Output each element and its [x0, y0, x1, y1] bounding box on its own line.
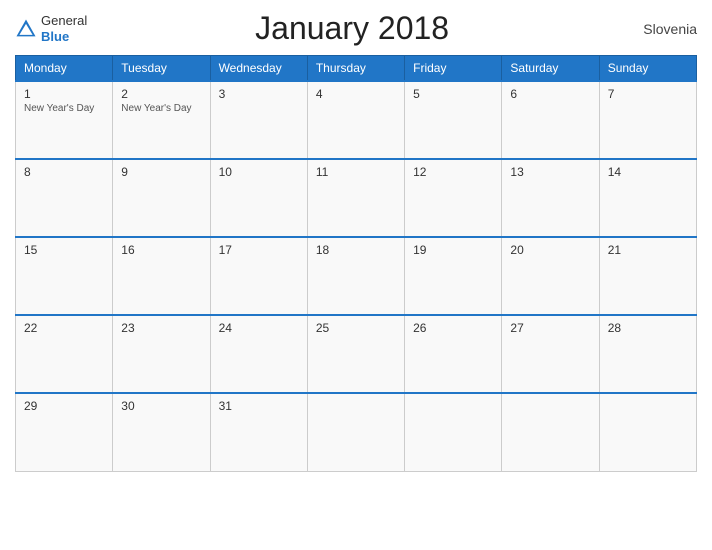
day-number: 29 — [24, 399, 104, 413]
calendar-cell: 27 — [502, 315, 599, 393]
calendar-cell: 8 — [16, 159, 113, 237]
day-number: 10 — [219, 165, 299, 179]
calendar-cell — [502, 393, 599, 471]
calendar-week-row: 1 New Year's Day 2 New Year's Day 3 4 5 6 7 — [16, 81, 697, 159]
calendar-cell — [599, 393, 696, 471]
calendar-cell: 26 — [405, 315, 502, 393]
calendar-week-row: 29 30 31 — [16, 393, 697, 471]
calendar-cell: 18 — [307, 237, 404, 315]
calendar-cell: 3 — [210, 81, 307, 159]
calendar-cell: 29 — [16, 393, 113, 471]
day-number: 30 — [121, 399, 201, 413]
calendar-cell: 11 — [307, 159, 404, 237]
header-tuesday: Tuesday — [113, 56, 210, 82]
calendar-cell: 24 — [210, 315, 307, 393]
calendar-cell: 7 — [599, 81, 696, 159]
day-number: 16 — [121, 243, 201, 257]
day-number: 12 — [413, 165, 493, 179]
day-number: 21 — [608, 243, 688, 257]
country-label: Slovenia — [617, 21, 697, 37]
calendar-body: 1 New Year's Day 2 New Year's Day 3 4 5 6 7 8 9 10 1… — [16, 81, 697, 471]
day-number: 18 — [316, 243, 396, 257]
day-number: 25 — [316, 321, 396, 335]
calendar-cell: 22 — [16, 315, 113, 393]
holiday-label: New Year's Day — [24, 103, 104, 114]
calendar-cell: 12 — [405, 159, 502, 237]
day-number: 22 — [24, 321, 104, 335]
calendar-cell: 25 — [307, 315, 404, 393]
calendar-cell: 2 New Year's Day — [113, 81, 210, 159]
calendar-cell — [405, 393, 502, 471]
day-number: 1 — [24, 87, 104, 101]
day-number: 14 — [608, 165, 688, 179]
logo-icon — [15, 18, 37, 40]
logo-text: General Blue — [41, 13, 87, 44]
calendar-cell: 10 — [210, 159, 307, 237]
day-number: 11 — [316, 165, 396, 179]
day-number: 13 — [510, 165, 590, 179]
holiday-label: New Year's Day — [121, 103, 201, 114]
calendar-cell: 15 — [16, 237, 113, 315]
header-thursday: Thursday — [307, 56, 404, 82]
calendar-cell: 23 — [113, 315, 210, 393]
header-wednesday: Wednesday — [210, 56, 307, 82]
calendar-cell: 31 — [210, 393, 307, 471]
header-monday: Monday — [16, 56, 113, 82]
calendar-cell: 30 — [113, 393, 210, 471]
day-number: 5 — [413, 87, 493, 101]
calendar-page: General Blue January 2018 Slovenia Monda… — [0, 0, 712, 550]
calendar-cell: 4 — [307, 81, 404, 159]
day-number: 17 — [219, 243, 299, 257]
day-number: 24 — [219, 321, 299, 335]
day-number: 19 — [413, 243, 493, 257]
day-number: 2 — [121, 87, 201, 101]
calendar-week-row: 15 16 17 18 19 20 21 — [16, 237, 697, 315]
day-number: 7 — [608, 87, 688, 101]
calendar-cell: 6 — [502, 81, 599, 159]
logo: General Blue — [15, 13, 87, 44]
day-number: 8 — [24, 165, 104, 179]
day-number: 23 — [121, 321, 201, 335]
calendar-cell: 13 — [502, 159, 599, 237]
calendar-cell: 1 New Year's Day — [16, 81, 113, 159]
day-number: 15 — [24, 243, 104, 257]
weekday-header-row: Monday Tuesday Wednesday Thursday Friday… — [16, 56, 697, 82]
calendar-cell: 16 — [113, 237, 210, 315]
day-number: 26 — [413, 321, 493, 335]
header-sunday: Sunday — [599, 56, 696, 82]
header-saturday: Saturday — [502, 56, 599, 82]
day-number: 4 — [316, 87, 396, 101]
calendar-cell: 5 — [405, 81, 502, 159]
calendar-title: January 2018 — [87, 10, 617, 47]
calendar-cell: 19 — [405, 237, 502, 315]
calendar-header: General Blue January 2018 Slovenia — [15, 10, 697, 47]
calendar-week-row: 8 9 10 11 12 13 14 — [16, 159, 697, 237]
day-number: 9 — [121, 165, 201, 179]
calendar-cell: 21 — [599, 237, 696, 315]
calendar-cell — [307, 393, 404, 471]
day-number: 31 — [219, 399, 299, 413]
calendar-week-row: 22 23 24 25 26 27 28 — [16, 315, 697, 393]
calendar-cell: 20 — [502, 237, 599, 315]
calendar-cell: 28 — [599, 315, 696, 393]
calendar-cell: 17 — [210, 237, 307, 315]
day-number: 28 — [608, 321, 688, 335]
day-number: 27 — [510, 321, 590, 335]
day-number: 20 — [510, 243, 590, 257]
day-number: 6 — [510, 87, 590, 101]
calendar-table: Monday Tuesday Wednesday Thursday Friday… — [15, 55, 697, 472]
calendar-cell: 14 — [599, 159, 696, 237]
day-number: 3 — [219, 87, 299, 101]
calendar-cell: 9 — [113, 159, 210, 237]
header-friday: Friday — [405, 56, 502, 82]
